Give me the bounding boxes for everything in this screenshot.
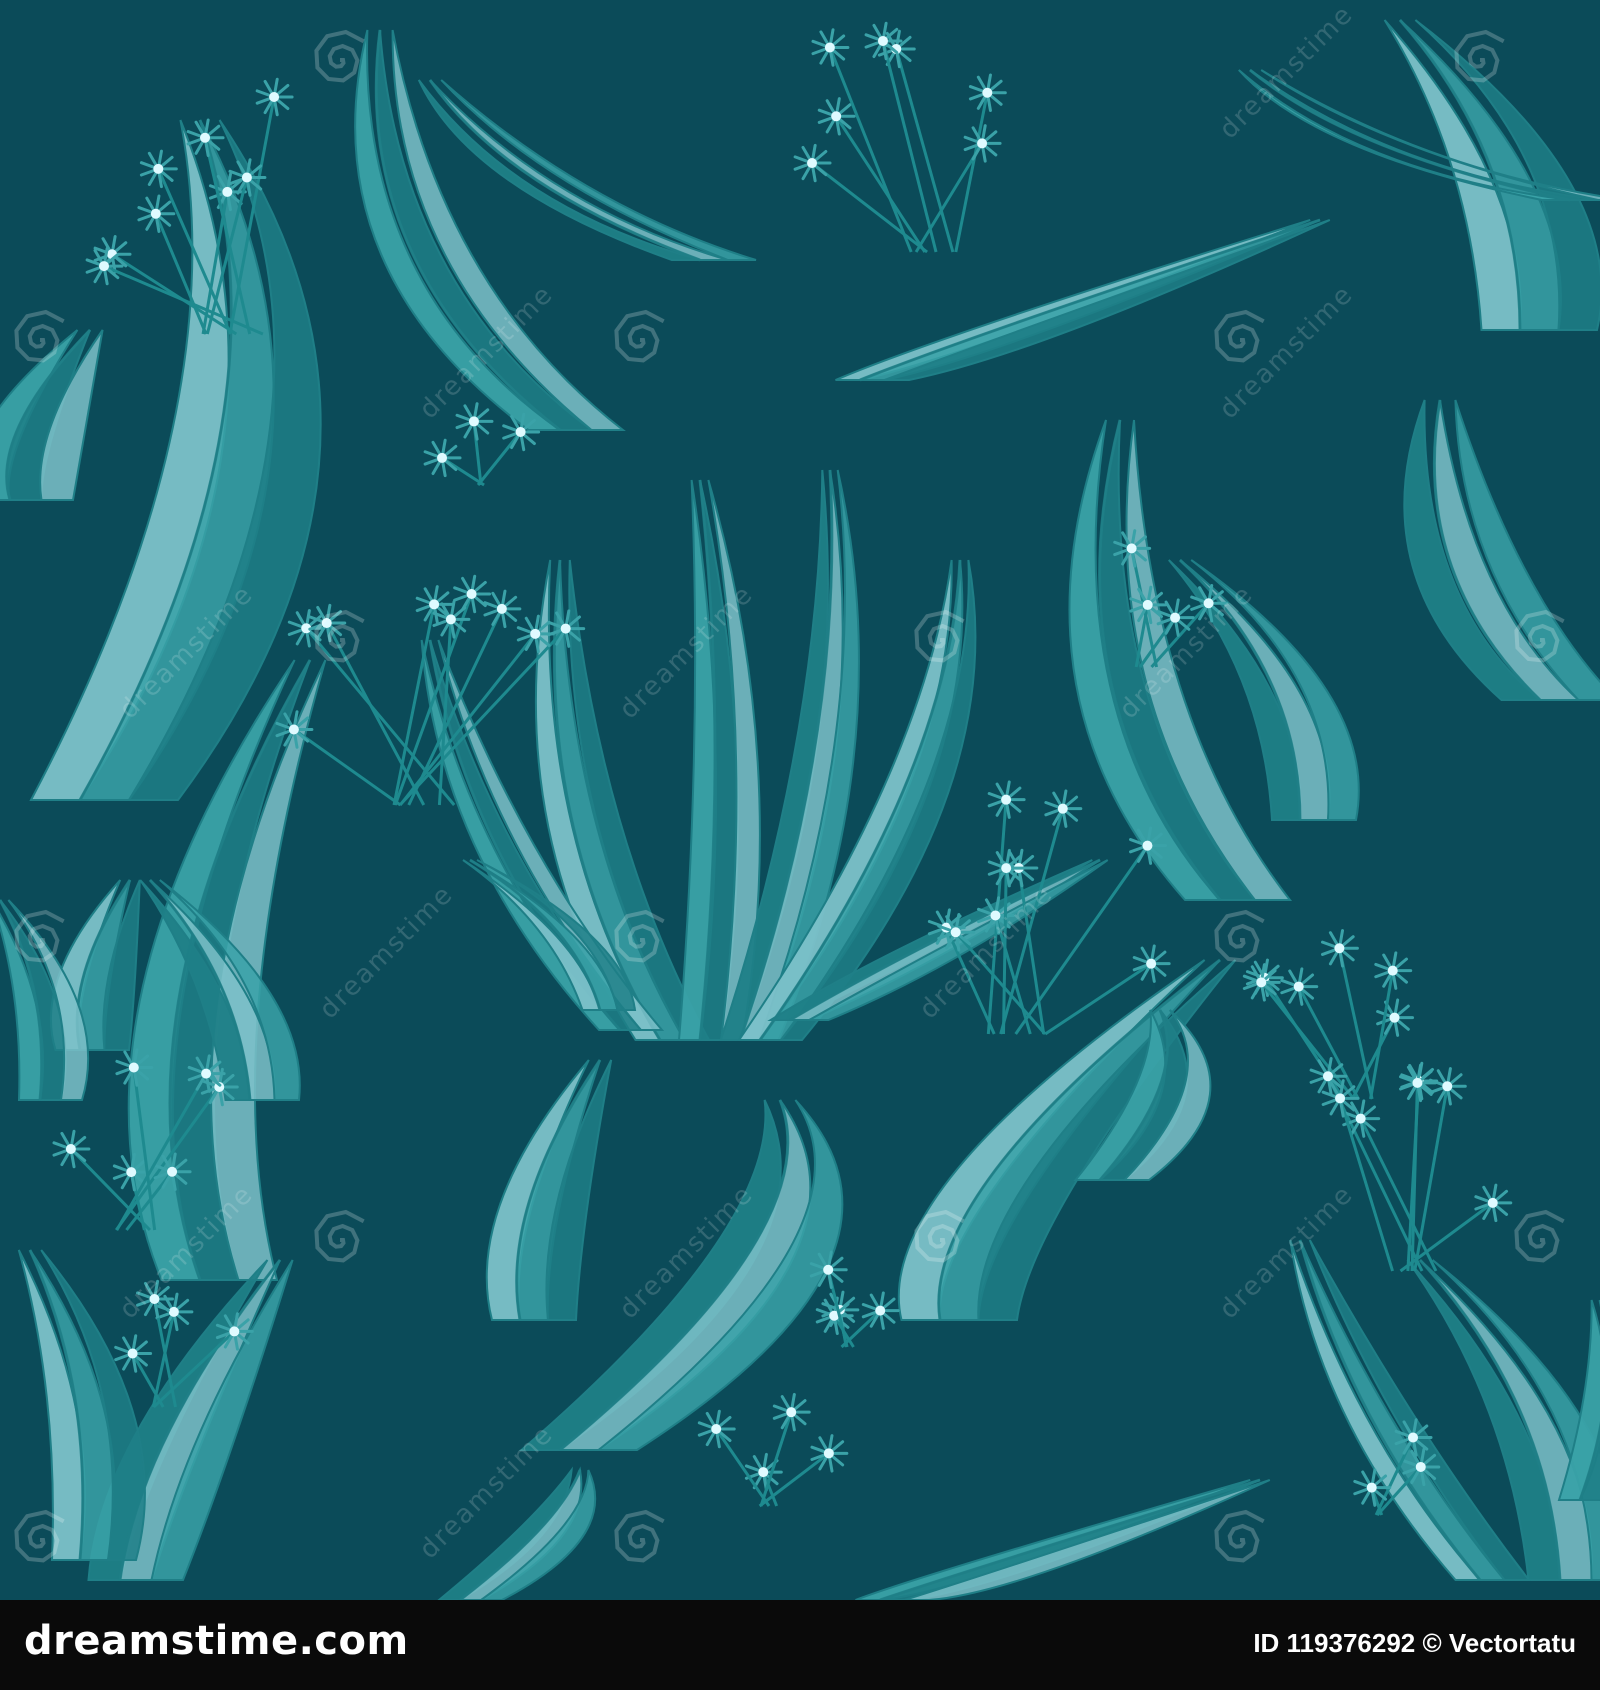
flower-center bbox=[1322, 1071, 1333, 1082]
flower-center bbox=[445, 614, 456, 625]
flower-center bbox=[1366, 1482, 1377, 1493]
flower-center bbox=[807, 158, 818, 169]
flower-center bbox=[288, 724, 299, 735]
flower-center bbox=[1142, 599, 1153, 610]
flower-center bbox=[269, 92, 280, 103]
flower-center bbox=[950, 927, 961, 938]
flower-center bbox=[982, 87, 993, 98]
flower-center bbox=[201, 1068, 212, 1079]
flower-center bbox=[1412, 1077, 1423, 1088]
flower-center bbox=[1335, 1093, 1346, 1104]
flower-center bbox=[468, 416, 479, 427]
flower-center bbox=[758, 1467, 769, 1478]
flower-center bbox=[877, 35, 888, 46]
flower-center bbox=[1170, 612, 1181, 623]
flower-center bbox=[126, 1167, 137, 1178]
flower-center bbox=[1387, 965, 1398, 976]
flower-center bbox=[1355, 1113, 1366, 1124]
flower-center bbox=[1487, 1197, 1498, 1208]
flower-center bbox=[823, 1448, 834, 1459]
flower-center bbox=[167, 1166, 178, 1177]
flower-center bbox=[128, 1062, 139, 1073]
flower-center bbox=[711, 1423, 722, 1434]
flower-center bbox=[831, 111, 842, 122]
flower-center bbox=[515, 426, 526, 437]
flower-center bbox=[153, 163, 164, 174]
flower-center bbox=[1126, 543, 1137, 554]
flower-center bbox=[65, 1143, 76, 1154]
flower-center bbox=[1057, 803, 1068, 814]
flower-center bbox=[1408, 1432, 1419, 1443]
flower-center bbox=[150, 208, 161, 219]
flower-center bbox=[222, 186, 233, 197]
flower-center bbox=[1001, 863, 1012, 874]
flower-center bbox=[1415, 1461, 1426, 1472]
flower-center bbox=[229, 1326, 240, 1337]
flower-center bbox=[560, 623, 571, 634]
seaweed-pattern-artwork: dreamstimedreamstimedreamstimedreamstime… bbox=[0, 0, 1600, 1600]
flower-center bbox=[1001, 794, 1012, 805]
flower-center bbox=[875, 1305, 886, 1316]
flower-center bbox=[1146, 958, 1157, 969]
footer-image-id: ID 119376292 © Vectortatu bbox=[1253, 1628, 1576, 1658]
flower-center bbox=[977, 138, 988, 149]
flower-center bbox=[241, 172, 252, 183]
flower-center bbox=[1389, 1012, 1400, 1023]
flower-center bbox=[200, 132, 211, 143]
flower-center bbox=[1334, 943, 1345, 954]
footer-bar: dreamstime.com ID 119376292 © Vectortatu bbox=[0, 1600, 1600, 1690]
flower-center bbox=[466, 588, 477, 599]
flower-center bbox=[496, 603, 507, 614]
flower-center bbox=[1142, 840, 1153, 851]
flower-center bbox=[786, 1407, 797, 1418]
flower-center bbox=[168, 1306, 179, 1317]
flower-center bbox=[1256, 977, 1267, 988]
flower-center bbox=[429, 599, 440, 610]
flower-center bbox=[1293, 981, 1304, 992]
flower-center bbox=[437, 452, 448, 463]
stock-image: dreamstime dreamstime dreamstime dreamstime… bbox=[0, 0, 1600, 1690]
footer-brand-logo[interactable]: dreamstime.com bbox=[24, 1618, 409, 1664]
flower-center bbox=[127, 1348, 138, 1359]
flower-center bbox=[823, 1264, 834, 1275]
flower-center bbox=[99, 261, 110, 272]
flower-center bbox=[530, 628, 541, 639]
flower-center bbox=[824, 42, 835, 53]
flower-center bbox=[1442, 1081, 1453, 1092]
